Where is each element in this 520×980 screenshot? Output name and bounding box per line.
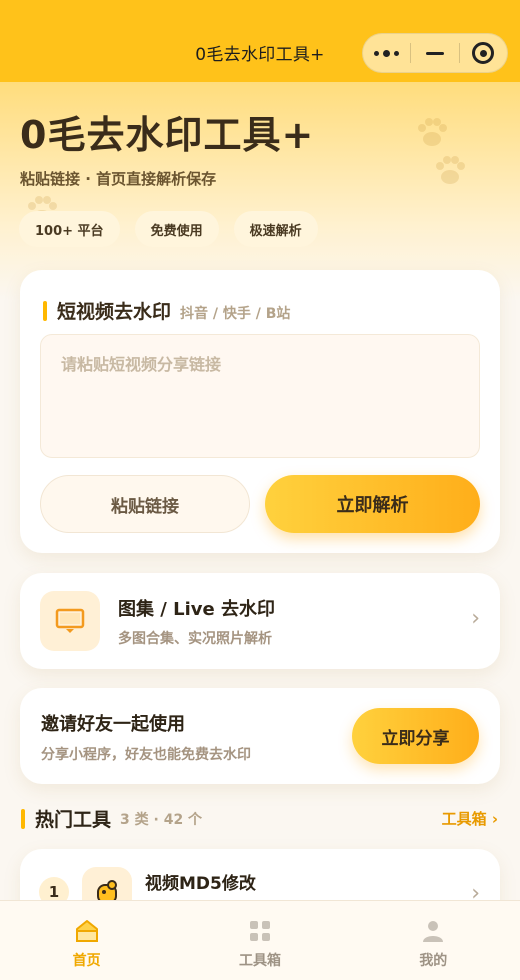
album-watermark-card[interactable]: 图集 / Live 去水印 多图合集、实况照片解析 › <box>20 573 500 669</box>
paw-icon <box>436 156 465 184</box>
invite-subtitle: 分享小程序，好友也能免费去水印 <box>41 747 251 763</box>
feature-chip: 极速解析 <box>233 211 318 247</box>
paw-icon <box>418 118 447 146</box>
accent-bar <box>43 300 47 321</box>
feature-chip: 免费使用 <box>134 211 219 247</box>
section-title: 短视频去水印 <box>57 301 172 323</box>
hot-tools-header: 热门工具 3 类 · 42 个 <box>21 805 202 832</box>
hero-title: 0毛去水印工具+ <box>20 113 315 157</box>
accent-bar <box>21 808 25 829</box>
album-card-title: 图集 / Live 去水印 <box>118 599 275 620</box>
chevron-right-icon: › <box>471 606 480 631</box>
video-watermark-card: 短视频去水印 抖音 / 快手 / B站 请粘贴短视频分享链接 粘贴链接 立即解析 <box>20 270 500 553</box>
invite-card: 邀请好友一起使用 分享小程序，好友也能免费去水印 立即分享 <box>20 688 500 784</box>
section-header: 短视频去水印 抖音 / 快手 / B站 <box>43 297 290 324</box>
parse-now-button[interactable]: 立即解析 <box>265 475 480 533</box>
close-button[interactable] <box>460 34 507 72</box>
share-now-button[interactable]: 立即分享 <box>352 708 479 764</box>
more-dots-icon <box>374 49 400 57</box>
user-icon <box>423 921 444 942</box>
tab-bar: 首页 工具箱 我的 <box>0 900 520 980</box>
toolbox-link[interactable]: 工具箱 › <box>442 808 498 829</box>
more-button[interactable] <box>363 34 410 72</box>
close-target-icon <box>472 42 495 64</box>
tab-label: 我的 <box>419 953 448 969</box>
hero-subtitle: 粘贴链接 · 首页直接解析保存 <box>20 170 217 188</box>
feature-chips: 100+ 平台 免费使用 极速解析 <box>19 211 318 247</box>
tab-profile[interactable]: 我的 <box>347 901 520 980</box>
paste-link-button[interactable]: 粘贴链接 <box>40 475 250 533</box>
invite-title: 邀请好友一起使用 <box>41 714 185 735</box>
tab-label: 首页 <box>72 953 101 969</box>
home-icon <box>75 920 98 942</box>
screen-icon <box>40 591 100 651</box>
minimize-button[interactable] <box>411 34 458 72</box>
tab-label: 工具箱 <box>238 953 281 969</box>
album-card-subtitle: 多图合集、实况照片解析 <box>118 631 272 647</box>
tool-name: 视频MD5修改 <box>145 874 256 894</box>
grid-icon <box>249 921 270 941</box>
nav-bar: 0毛去水印工具+ <box>0 0 520 82</box>
link-input[interactable]: 请粘贴短视频分享链接 <box>40 334 480 458</box>
hot-tools-count: 3 类 · 42 个 <box>120 811 203 828</box>
minimize-icon <box>425 51 444 55</box>
feature-chip: 100+ 平台 <box>19 211 120 247</box>
platform-tags: 抖音 / 快手 / B站 <box>180 306 291 322</box>
mini-program-capsule <box>362 33 508 73</box>
hot-tools-title: 热门工具 <box>35 809 112 831</box>
tab-toolbox[interactable]: 工具箱 <box>173 901 346 980</box>
tab-home[interactable]: 首页 <box>0 901 173 980</box>
